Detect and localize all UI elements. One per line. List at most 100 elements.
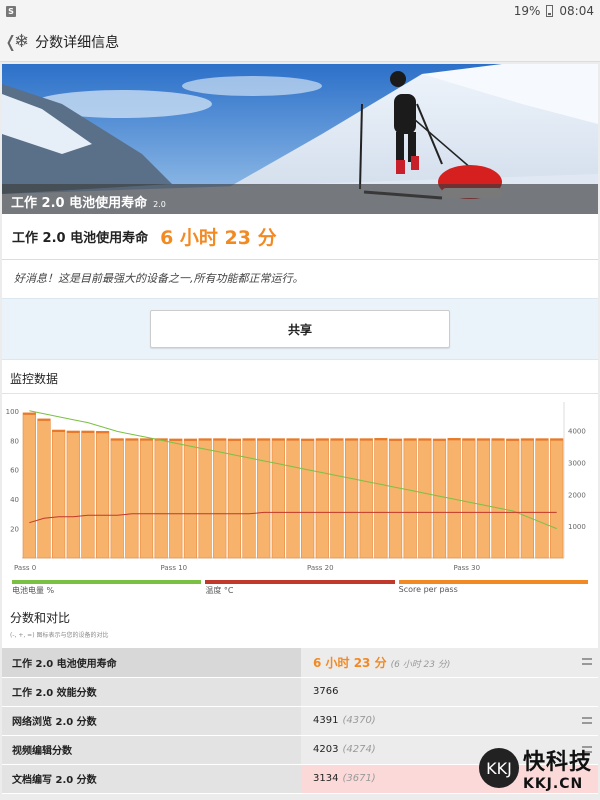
score-bar (66, 430, 80, 559)
score-bar (227, 438, 242, 559)
share-button[interactable]: 共享 (150, 310, 450, 348)
score-bar-top (447, 438, 461, 441)
y-right-tick-label: 1000 (568, 523, 586, 531)
compare-subtitle: (-, +, =) 图标表示与您的设备的对比 (10, 632, 109, 639)
score-bar-top (359, 438, 373, 441)
score-bar-top (477, 438, 490, 441)
x-tick-label: Pass 10 (160, 564, 187, 572)
score-bar-top (330, 438, 344, 441)
score-bar-top (491, 438, 505, 441)
score-bar (110, 438, 124, 559)
score-summary: 工作 2.0 电池使用寿命 6 小时 23 分 (2, 214, 598, 260)
score-bar (476, 438, 491, 559)
legend-item: 电池电量 % (12, 580, 202, 596)
hero-title: 工作 2.0 电池使用寿命 (11, 196, 148, 211)
row-name: 工作 2.0 效能分数 (2, 677, 301, 707)
legend-item: 温度 °C (205, 580, 395, 596)
row-name: 工作 2.0 电池使用寿命 (2, 648, 301, 678)
watermark-domain: KKJ.CN (522, 776, 584, 792)
x-tick-label: Pass 0 (14, 564, 36, 572)
score-label: 工作 2.0 电池使用寿命 (12, 231, 149, 246)
score-bar (388, 438, 403, 559)
score-bar (462, 438, 476, 559)
score-bar-top (213, 438, 227, 441)
table-row[interactable]: 网络浏览 2.0 分数 4391 (4370) (2, 706, 598, 736)
y-left-tick-label: 80 (10, 437, 19, 445)
table-row[interactable]: 工作 2.0 电池使用寿命 6 小时 23 分 (6 小时 23 分) (2, 648, 598, 678)
score-bar (51, 429, 66, 559)
score-bar (183, 438, 198, 559)
table-row[interactable]: 工作 2.0 效能分数 3766 (2, 677, 598, 707)
y-right-tick-label: 3000 (568, 459, 586, 467)
score-bar (535, 438, 549, 559)
score-bar (418, 438, 432, 559)
score-bar (520, 438, 535, 559)
row-value: 4203 (313, 744, 339, 755)
score-bar-top (110, 438, 124, 441)
score-bar (286, 438, 300, 559)
row-compare: (3671) (342, 773, 376, 784)
score-bar (198, 438, 212, 559)
score-bar-top (389, 438, 402, 441)
score-bar (257, 438, 271, 559)
score-bar-top (403, 438, 417, 441)
row-name: 网络浏览 2.0 分数 (2, 706, 301, 736)
score-bar (22, 412, 36, 559)
score-bar (491, 438, 505, 559)
chevron-left-icon[interactable]: ❬ (4, 32, 17, 51)
score-bar-top (96, 431, 109, 434)
menu-icon[interactable] (582, 658, 592, 665)
x-tick-label: Pass 30 (453, 564, 480, 572)
share-area: 共享 (2, 298, 598, 360)
score-bar (506, 438, 520, 559)
score-bar-top (550, 438, 563, 441)
snowflake-icon[interactable]: ❄ (14, 31, 29, 52)
monitor-chart-svg: 100 80 60 40 20 4000 3000 2000 1000 Pass 0 Pass 10… (6, 402, 586, 572)
score-bar (315, 438, 329, 559)
watermark-logo: KKJ (478, 748, 519, 788)
score-bar-top (301, 438, 314, 441)
x-tick-label: Pass 20 (307, 564, 334, 572)
score-bar (550, 438, 564, 559)
battery-icon (546, 5, 554, 17)
compare-header: 分数和对比 (-, +, =) 图标表示与您的设备的对比 (2, 602, 598, 648)
hero-version: 2.0 (153, 200, 166, 209)
score-bar (374, 437, 388, 559)
legend-item: Score per pass (398, 580, 588, 596)
score-bar-top (433, 438, 446, 441)
watermark-text: 快科技 (522, 750, 592, 775)
row-compare: (6 小时 23 分) (390, 659, 451, 670)
score-value: 6 小时 23 分 (160, 227, 277, 249)
page-title: 分数详细信息 (35, 34, 120, 51)
score-bar-top (257, 438, 271, 441)
row-compare: (4370) (342, 715, 376, 726)
monitor-chart: 100 80 60 40 20 4000 3000 2000 1000 Pass 0 Pass 10… (2, 394, 598, 602)
y-left-tick-label: 20 (10, 526, 19, 534)
score-bar (169, 438, 183, 559)
watermark: KKJ 快科技 KKJ.CN (478, 744, 592, 792)
y-right-tick-label: 2000 (568, 491, 586, 499)
compare-title: 分数和对比 (10, 611, 71, 625)
row-value: 4391 (313, 715, 339, 726)
app-bar: ❬ ❄ 分数详细信息 (0, 22, 600, 62)
row-name: 视频编辑分数 (2, 735, 301, 765)
menu-icon[interactable] (582, 716, 592, 724)
score-bar (403, 438, 417, 559)
y-left-tick-label: 60 (10, 467, 19, 475)
score-bar-top (506, 438, 520, 441)
score-bar-top (315, 438, 329, 441)
row-name: 文档编写 2.0 分数 (2, 764, 301, 794)
sim-icon: S (6, 5, 16, 17)
score-bar-top (521, 438, 534, 441)
battery-percent: 19% (513, 4, 541, 18)
score-bar-top (140, 438, 153, 441)
y-left-tick-label: 100 (6, 408, 19, 416)
row-value: 3766 (313, 686, 339, 697)
score-bar-top (345, 438, 358, 441)
status-bar: S 19% 08:04 (0, 0, 600, 22)
score-bar-top (242, 438, 256, 441)
score-bar-top (228, 438, 241, 441)
score-bar-top (272, 438, 285, 441)
score-bar-top (198, 438, 212, 441)
score-bar-top (52, 430, 65, 433)
